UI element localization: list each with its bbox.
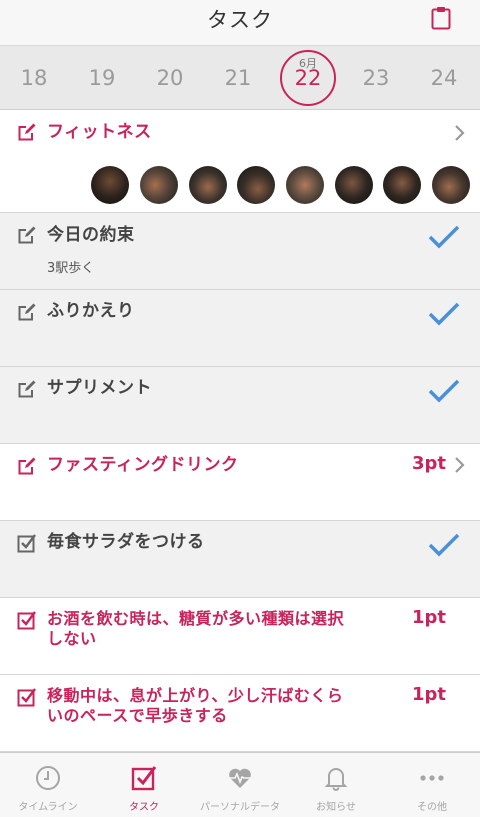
tab-label: パーソナルデータ [200,802,280,813]
edit-icon [18,457,36,475]
date-strip: 6月 18 19 20 21 22 23 24 [0,46,480,110]
thumbnail-image[interactable] [335,166,373,204]
date-22-selected[interactable]: 22 [285,66,331,90]
checkmark-icon[interactable] [428,302,460,326]
task-title: ファスティングドリンク [47,455,239,475]
date-23[interactable]: 23 [353,66,399,90]
tab-label: タスク [129,802,159,813]
task-fasting-drink[interactable]: ファスティングドリンク 3pt [0,444,480,521]
page-title: タスク [207,8,273,32]
clipboard-icon[interactable] [431,6,451,30]
nav-bar: タスク [0,0,480,46]
tab-notifications[interactable]: お知らせ [288,753,384,817]
thumbnail-image[interactable] [189,166,227,204]
checkbox-checked-icon [17,534,36,553]
thumbnail-image[interactable] [286,166,324,204]
chevron-right-icon [455,125,465,141]
date-19[interactable]: 19 [79,66,125,90]
date-21[interactable]: 21 [215,66,261,90]
task-fitness[interactable]: フィットネス [0,111,480,213]
more-icon [420,775,444,781]
edit-icon [18,226,36,244]
points-badge: 1pt [411,684,446,705]
chevron-right-icon [455,457,465,473]
points-badge: 3pt [411,453,446,474]
heart-pulse-icon [229,768,251,788]
checkmark-icon[interactable] [428,379,460,403]
tab-personal-data[interactable]: パーソナルデータ [192,753,288,817]
clock-icon [36,766,60,790]
tab-label: お知らせ [316,802,356,813]
tab-more[interactable]: その他 [384,753,480,817]
edit-icon [18,303,36,321]
task-title: 今日の約束 [47,225,135,245]
date-18[interactable]: 18 [11,66,57,90]
edit-icon [18,380,36,398]
thumbnail-image[interactable] [91,166,129,204]
tab-bar: タイムライン タスク パーソナルデータ お知らせ その他 [0,752,480,817]
tab-tasks[interactable]: タスク [96,753,192,817]
thumbnail-image[interactable] [432,166,470,204]
thumbnail-image[interactable] [383,166,421,204]
task-title: サプリメント [47,378,152,398]
task-title: 毎食サラダをつける [47,532,205,552]
date-20[interactable]: 20 [147,66,193,90]
fitness-thumbnails [0,166,480,206]
task-supplement[interactable]: サプリメント [0,367,480,444]
task-brisk-walk[interactable]: 移動中は、息が上がり、少し汗ばむくら いのペースで早歩きする 1pt [0,675,480,752]
task-salad[interactable]: 毎食サラダをつける [0,521,480,598]
checkbox-checked-icon [17,688,36,707]
task-subtitle: 3駅歩く [47,261,95,276]
bell-icon [324,768,348,791]
tab-label: その他 [417,802,447,813]
task-title-line2: いのペースで早歩きする [47,706,228,725]
checkmark-icon[interactable] [428,225,460,249]
checkbox-icon [131,766,157,791]
thumbnail-image[interactable] [140,166,178,204]
checkbox-checked-icon [17,611,36,630]
date-24[interactable]: 24 [421,66,467,90]
task-review[interactable]: ふりかえり [0,290,480,367]
tab-timeline[interactable]: タイムライン [0,753,96,817]
points-badge: 1pt [411,607,446,628]
tab-label: タイムライン [18,802,78,813]
task-title-line1: 移動中は、息が上がり、少し汗ばむくら [47,686,344,705]
checkmark-icon[interactable] [428,533,460,557]
task-title: フィットネス [47,122,152,142]
task-title: ふりかえり [47,301,135,321]
thumbnail-image[interactable] [237,166,275,204]
task-alcohol[interactable]: お酒を飲む時は、糖質が多い種類は選択 しない 1pt [0,598,480,675]
task-title-line1: お酒を飲む時は、糖質が多い種類は選択 [47,609,345,628]
task-todays-promise[interactable]: 今日の約束 3駅歩く [0,213,480,290]
edit-icon [18,123,36,141]
task-title-line2: しない [47,629,97,648]
